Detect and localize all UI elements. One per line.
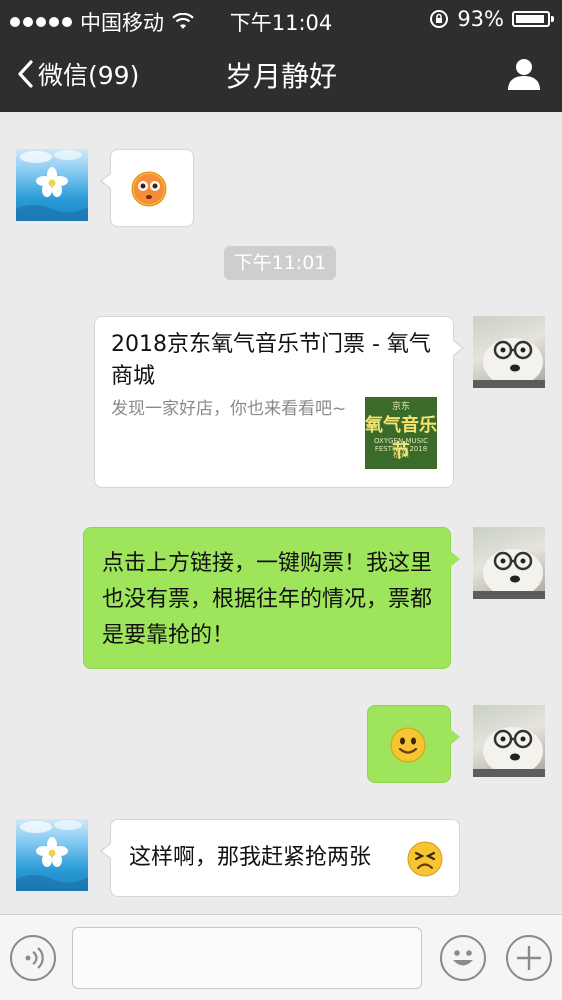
thumbnail-bottom: 杭州 [393, 450, 409, 459]
nav-bar: 微信(99) 岁月静好 [0, 38, 562, 112]
voice-button[interactable] [10, 935, 56, 981]
battery-icon [512, 11, 554, 27]
chat-title: 岁月静好 [224, 60, 337, 93]
smiley-icon [453, 950, 473, 966]
smile-emoji [390, 727, 426, 763]
message-bubble[interactable]: 这样啊，那我赶紧抢两张 [100, 819, 460, 897]
battery-percent: 93% [457, 7, 504, 31]
flower-icon [16, 820, 88, 891]
persevering-face-emoji [407, 841, 443, 877]
contact-avatar[interactable] [16, 149, 88, 221]
link-thumbnail: 京东 氧气音乐节 OXYGEN MUSIC FESTIVAL 2018 杭州 [365, 397, 437, 469]
more-button[interactable] [506, 935, 552, 981]
dog-icon [473, 549, 545, 599]
my-avatar[interactable] [473, 705, 545, 777]
status-right: 93% [429, 7, 554, 31]
message-input[interactable] [72, 927, 422, 989]
plus-icon [517, 946, 541, 970]
message-text: 这样啊，那我赶紧抢两张 [129, 845, 372, 870]
person-icon[interactable] [506, 56, 542, 92]
timestamp-badge: 下午11:01 [224, 246, 336, 280]
my-avatar[interactable] [473, 527, 545, 599]
link-description: 发现一家好店，你也来看看吧~ [111, 399, 347, 419]
flower-icon [16, 150, 88, 221]
message-bubble[interactable]: 点击上方链接，一键购票！我这里也没有票，根据往年的情况，票都是要靠抢的！ [83, 527, 460, 669]
emoji-button[interactable] [440, 935, 486, 981]
dog-icon [473, 727, 545, 777]
status-bar: 中国移动 下午11:04 93% [0, 0, 562, 38]
my-avatar[interactable] [473, 316, 545, 388]
message-bubble[interactable] [367, 705, 460, 783]
rotation-lock-icon [430, 10, 449, 28]
input-bar [0, 914, 562, 1000]
contact-avatar[interactable] [16, 819, 88, 891]
message-text: 点击上方链接，一键购票！我这里也没有票，根据往年的情况，票都是要靠抢的！ [102, 551, 433, 648]
dog-icon [473, 338, 545, 388]
voice-icon [25, 947, 44, 969]
link-card[interactable]: 2018京东氧气音乐节门票 - 氧气商城 发现一家好店，你也来看看吧~ 京东 氧… [94, 316, 464, 488]
flushed-face-emoji [131, 171, 167, 207]
message-bubble[interactable] [100, 149, 194, 227]
link-title: 2018京东氧气音乐节门票 - 氧气商城 [111, 332, 431, 389]
chat-area[interactable]: 下午11:01 2018京东氧气音乐节门票 - 氧气商城 发现一家好店，你也来看… [0, 112, 562, 914]
